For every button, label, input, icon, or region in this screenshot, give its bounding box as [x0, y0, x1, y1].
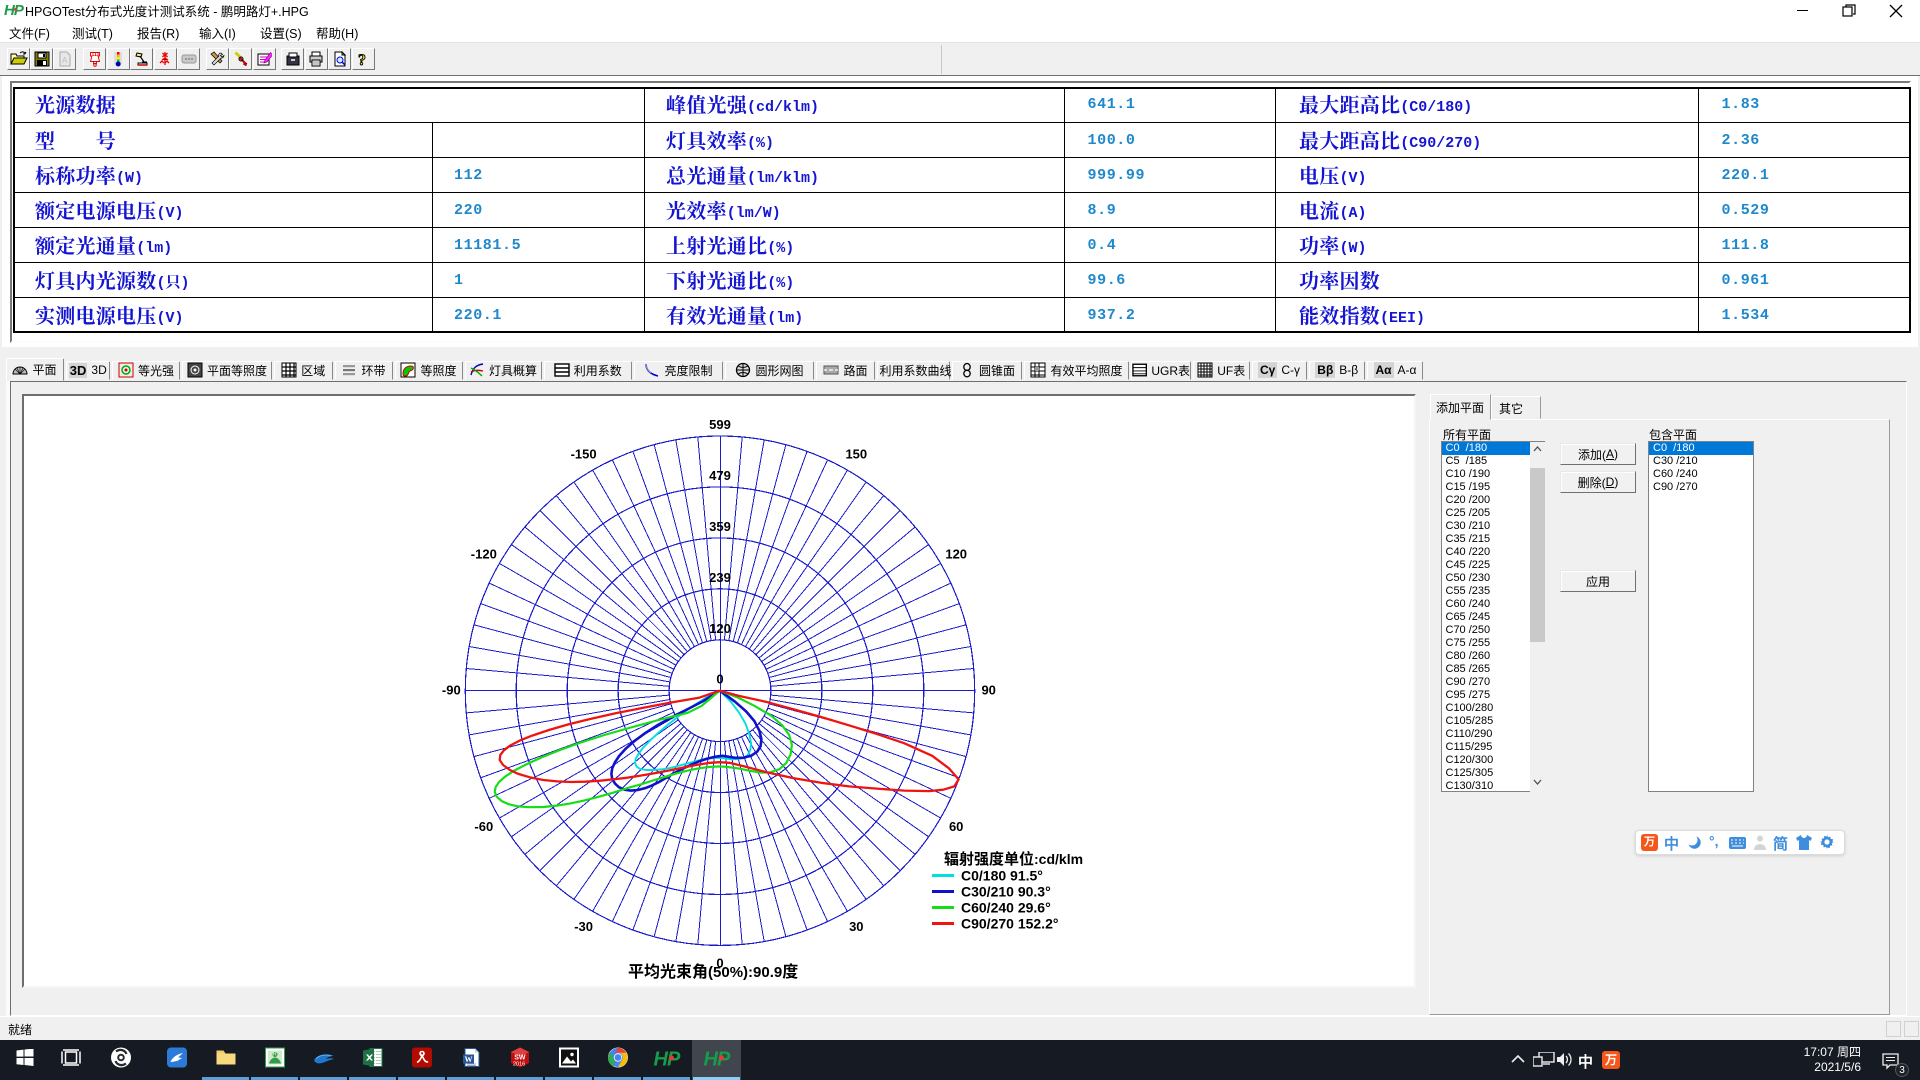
- svg-text:C90/270 152.2°: C90/270 152.2°: [961, 916, 1058, 932]
- svg-text:359: 359: [709, 519, 731, 534]
- svg-text:2016: 2016: [513, 1062, 525, 1068]
- svg-text:90: 90: [981, 683, 995, 698]
- svg-text:150: 150: [845, 447, 867, 462]
- svg-text:-120: -120: [471, 546, 497, 561]
- svg-text:W: W: [464, 1055, 472, 1064]
- svg-text:60: 60: [949, 819, 963, 834]
- svg-text:30: 30: [849, 919, 863, 934]
- svg-text:599: 599: [709, 417, 731, 432]
- svg-text:平均光束角(50%):90.9度: 平均光束角(50%):90.9度: [628, 958, 798, 982]
- svg-text:-90: -90: [442, 683, 461, 698]
- svg-text:辐射强度单位:cd/klm: 辐射强度单位:cd/klm: [944, 848, 1083, 869]
- svg-text:120: 120: [945, 546, 967, 561]
- svg-text:R: R: [273, 1052, 277, 1058]
- svg-text:C30/210 90.3°: C30/210 90.3°: [961, 884, 1051, 900]
- svg-text:-30: -30: [574, 919, 593, 934]
- svg-text:479: 479: [709, 468, 731, 483]
- svg-text:C0/180 91.5°: C0/180 91.5°: [961, 868, 1043, 884]
- svg-text:0: 0: [716, 672, 723, 687]
- svg-text:-60: -60: [474, 819, 493, 834]
- svg-text:C60/240 29.6°: C60/240 29.6°: [961, 900, 1051, 916]
- svg-text:239: 239: [709, 570, 731, 585]
- svg-text:?: ?: [358, 52, 366, 67]
- svg-text:120: 120: [709, 621, 731, 636]
- svg-text:-150: -150: [571, 447, 597, 462]
- svg-text:A: A: [62, 56, 68, 65]
- svg-text:SW: SW: [514, 1055, 526, 1062]
